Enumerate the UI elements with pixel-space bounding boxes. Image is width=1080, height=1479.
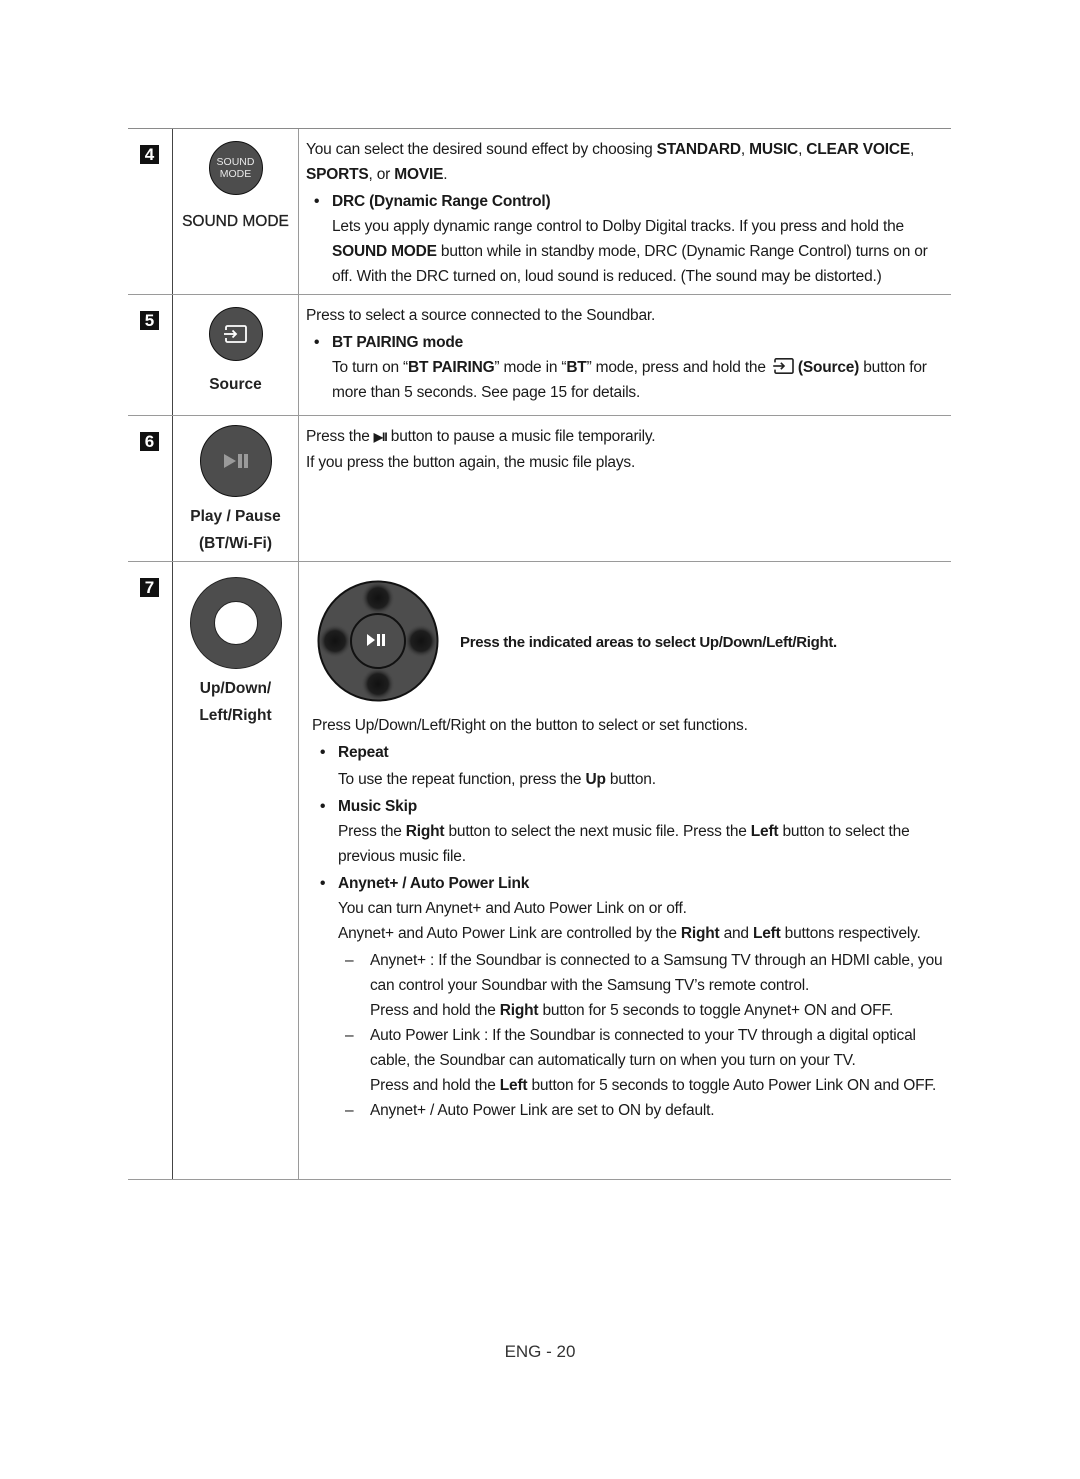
page-number: ENG - 20 bbox=[504, 1342, 576, 1361]
table-row-navigation: 7 Up/Down/ Left/Right Press the indicate… bbox=[128, 562, 951, 1180]
navigation-ring-icon bbox=[189, 577, 282, 669]
sound-mode-icon-text-2: MODE bbox=[219, 168, 252, 180]
source-icon bbox=[208, 307, 263, 361]
sound-mode-icon-text-1: SOUND bbox=[216, 156, 255, 168]
music-skip-bullet-title: Music Skip bbox=[312, 794, 951, 819]
table-row-play-pause: 6 Play / Pause (BT/Wi-Fi) Press the ▶II … bbox=[128, 416, 951, 562]
description-cell: You can select the desired sound effect … bbox=[299, 129, 951, 294]
button-label-line-1: Play / Pause bbox=[190, 508, 281, 525]
button-label: SOUND MODE bbox=[182, 213, 289, 230]
button-description-table: 4 SOUND MODE SOUND MODE You can select t… bbox=[128, 128, 951, 1180]
row-number-badge: 4 bbox=[140, 145, 159, 164]
row-number-badge: 5 bbox=[140, 311, 159, 330]
default-setting-dash-item: – Anynet+ / Auto Power Link are set to O… bbox=[345, 1102, 715, 1119]
row-number-cell: 6 bbox=[128, 416, 173, 561]
repeat-bullet-title: Repeat bbox=[312, 740, 951, 765]
row-number-cell: 7 bbox=[128, 562, 173, 1179]
up-area bbox=[361, 581, 395, 615]
button-label-line-2: Left/Right bbox=[199, 707, 272, 724]
row-number-cell: 5 bbox=[128, 295, 173, 415]
drc-description: Lets you apply dynamic range control to … bbox=[332, 218, 928, 285]
navigation-pad-diagram-icon bbox=[317, 580, 439, 702]
anynet-dash-item: – Anynet+ : If the Soundbar is connected… bbox=[345, 952, 943, 1019]
button-label-line-1: Up/Down/ bbox=[199, 680, 272, 697]
source-intro: Press to select a source connected to th… bbox=[306, 307, 656, 324]
auto-power-link-dash-item: – Auto Power Link : If the Soundbar is c… bbox=[345, 1027, 937, 1094]
icon-cell: Play / Pause (BT/Wi-Fi) bbox=[173, 416, 299, 561]
left-area bbox=[318, 624, 352, 658]
music-skip-description: Press the Right button to select the nex… bbox=[338, 823, 910, 865]
anynet-line-1: You can turn Anynet+ and Auto Power Link… bbox=[338, 900, 687, 917]
row-number-badge: 7 bbox=[140, 578, 159, 597]
sound-mode-button-icon: SOUND MODE bbox=[208, 141, 263, 195]
bt-pairing-description: To turn on “BT PAIRING” mode in “BT” mod… bbox=[332, 357, 927, 401]
navigation-intro: Press Up/Down/Left/Right on the button t… bbox=[312, 717, 748, 734]
play-pause-line-1: Press the ▶II button to pause a music fi… bbox=[306, 428, 656, 445]
icon-cell: SOUND MODE SOUND MODE bbox=[173, 129, 299, 294]
repeat-description: To use the repeat function, press the Up… bbox=[338, 771, 656, 788]
play-pause-glyph-icon bbox=[223, 454, 248, 468]
navigation-diagram: Press the indicated areas to select Up/D… bbox=[306, 562, 951, 712]
table-row-source: 5 Source Press to select a source connec… bbox=[128, 295, 951, 416]
button-label: Source bbox=[209, 376, 262, 393]
anynet-line-2: Anynet+ and Auto Power Link are controll… bbox=[338, 925, 921, 942]
play-pause-line-2: If you press the button again, the music… bbox=[306, 454, 636, 471]
source-glyph-icon bbox=[223, 325, 247, 343]
diagram-caption: Press the indicated areas to select Up/D… bbox=[460, 633, 837, 651]
play-pause-inline-icon: ▶II bbox=[373, 430, 388, 444]
play-pause-icon bbox=[199, 425, 272, 497]
description-cell: Press the indicated areas to select Up/D… bbox=[299, 562, 951, 1179]
drc-bullet-title: DRC (Dynamic Range Control) bbox=[306, 189, 951, 214]
sound-mode-intro: You can select the desired sound effect … bbox=[306, 141, 915, 183]
description-cell: Press to select a source connected to th… bbox=[299, 295, 951, 415]
row-number-badge: 6 bbox=[140, 432, 159, 451]
down-area bbox=[361, 667, 395, 701]
row-number-cell: 4 bbox=[128, 129, 173, 294]
table-row-sound-mode: 4 SOUND MODE SOUND MODE You can select t… bbox=[128, 129, 951, 295]
right-area bbox=[404, 624, 438, 658]
button-label-line-2: (BT/Wi-Fi) bbox=[198, 535, 273, 552]
icon-cell: Source bbox=[173, 295, 299, 415]
anynet-bullet-title: Anynet+ / Auto Power Link bbox=[312, 871, 951, 896]
icon-cell: Up/Down/ Left/Right bbox=[173, 562, 299, 1179]
bt-pairing-bullet-title: BT PAIRING mode bbox=[306, 330, 951, 355]
source-inline-icon bbox=[773, 357, 794, 375]
description-cell: Press the ▶II button to pause a music fi… bbox=[299, 416, 951, 561]
